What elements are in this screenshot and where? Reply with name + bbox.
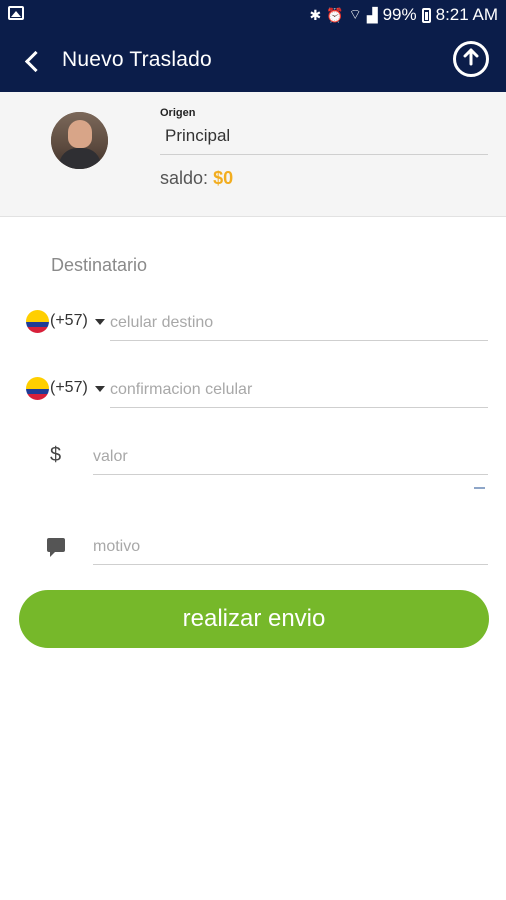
reason-underline — [93, 564, 488, 565]
status-right: ✱ ⏰ ⌔ ▟ 99% 8:21 AM — [309, 5, 498, 25]
app-bar: Nuevo Traslado — [0, 30, 506, 92]
avatar — [51, 112, 108, 169]
origin-select[interactable]: Principal — [165, 126, 230, 146]
balance-amount: $0 — [213, 168, 234, 188]
recipient-section-label: Destinatario — [51, 255, 148, 275]
balance-label: saldo: — [160, 168, 209, 188]
phone-placeholder: celular destino — [110, 314, 214, 331]
battery-percent: 99% — [382, 5, 417, 24]
origin-label: Origen — [160, 107, 196, 119]
battery-icon — [421, 7, 431, 23]
origin-panel: Origen Principal saldo: $0 — [0, 92, 506, 217]
phone-input[interactable]: celular destino — [110, 314, 488, 338]
country-code[interactable]: (+57) — [50, 312, 88, 330]
balance: saldo: $0 — [160, 168, 233, 189]
clock: 8:21 AM — [435, 5, 498, 24]
colombia-flag-icon[interactable] — [26, 377, 49, 400]
amount-placeholder: valor — [93, 448, 128, 465]
wifi-icon: ⌔ — [348, 6, 362, 22]
submit-button[interactable]: realizar envio — [19, 590, 489, 648]
amount-input[interactable]: valor — [93, 448, 488, 472]
page-title: Nuevo Traslado — [62, 48, 212, 71]
chevron-down-icon[interactable] — [95, 319, 105, 325]
bluetooth-icon: ✱ — [309, 6, 322, 23]
confirm-country-code[interactable]: (+57) — [50, 379, 88, 397]
phone-underline — [110, 340, 488, 341]
colombia-flag-icon[interactable] — [26, 310, 49, 333]
message-icon — [47, 538, 65, 557]
dash-icon — [474, 487, 485, 489]
image-icon — [8, 6, 24, 20]
confirm-phone-underline — [110, 407, 488, 408]
status-bar: ✱ ⏰ ⌔ ▟ 99% 8:21 AM — [0, 0, 506, 30]
reason-input[interactable]: motivo — [93, 538, 488, 562]
alarm-icon: ⏰ — [326, 6, 344, 23]
confirm-phone-placeholder: confirmacion celular — [110, 381, 253, 398]
reason-placeholder: motivo — [93, 538, 141, 555]
chevron-down-icon[interactable] — [95, 386, 105, 392]
confirm-phone-input[interactable]: confirmacion celular — [110, 381, 488, 405]
amount-underline — [93, 474, 488, 475]
chevron-left-icon[interactable] — [22, 48, 48, 74]
logout-icon[interactable] — [453, 41, 489, 77]
origin-underline — [160, 154, 488, 155]
signal-icon: ▟ — [366, 6, 378, 23]
dollar-icon: $ — [50, 444, 62, 466]
